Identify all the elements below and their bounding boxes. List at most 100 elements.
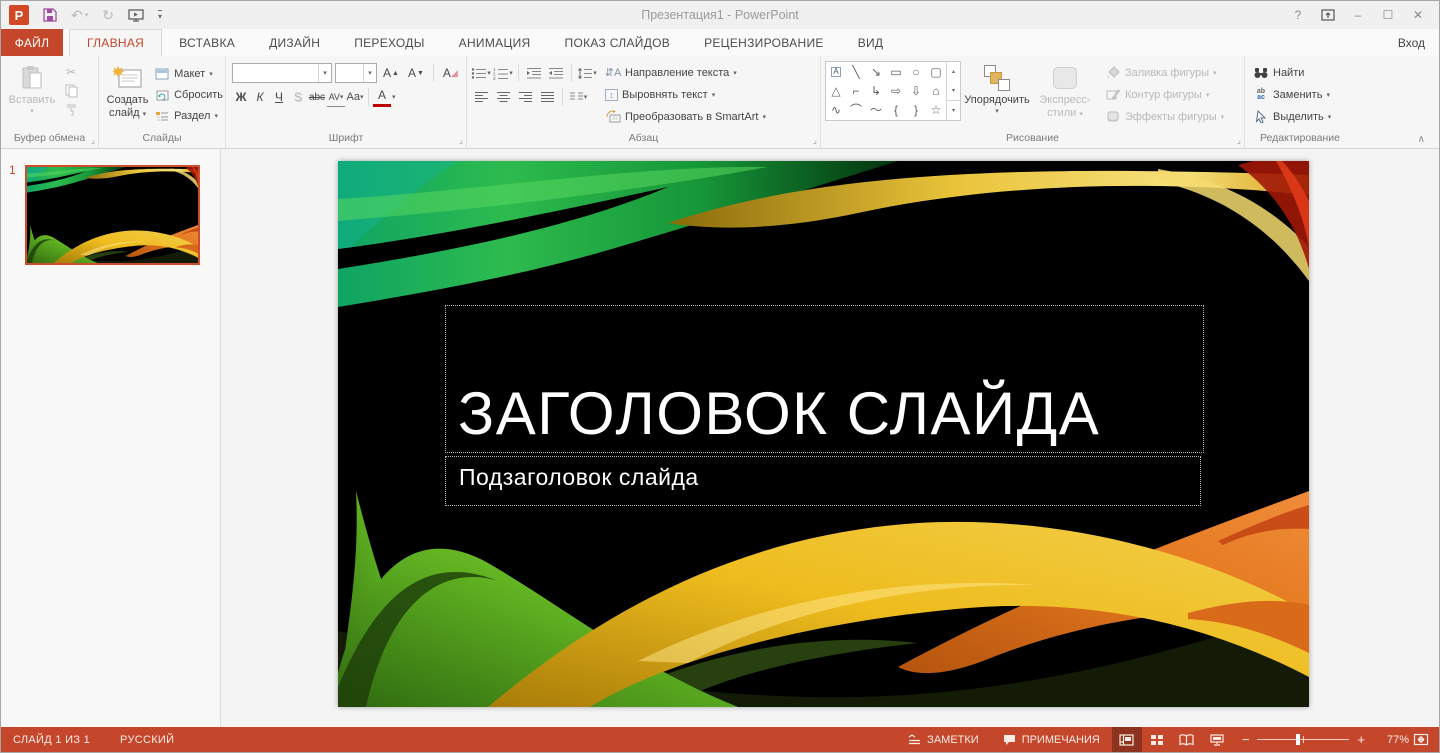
numbering-button[interactable]: 123▾ [493, 63, 513, 83]
quick-styles-button[interactable]: Экспресс-стили ▾ [1033, 59, 1097, 131]
shape-icon[interactable]: ↳ [871, 85, 881, 97]
text-shadow-button[interactable]: S [289, 87, 307, 107]
slide-thumbnail[interactable] [25, 165, 200, 265]
shape-icon[interactable]: ▢ [930, 66, 941, 78]
shape-icon[interactable]: ▭ [890, 66, 901, 78]
zoom-out-button[interactable]: − [1242, 732, 1250, 747]
tab-review[interactable]: РЕЦЕНЗИРОВАНИЕ [687, 29, 841, 56]
font-size-combo[interactable]: ▾ [335, 63, 377, 83]
subtitle-placeholder[interactable]: Подзаголовок слайда [445, 456, 1201, 506]
copy-icon[interactable] [61, 82, 81, 99]
shape-icon[interactable]: ∿ [831, 104, 841, 116]
maximize-button[interactable]: ☐ [1373, 4, 1403, 26]
shape-icon[interactable]: ╲ [852, 66, 859, 78]
font-color-dropdown-icon[interactable]: ▾ [392, 93, 396, 101]
font-size-dropdown-icon[interactable]: ▾ [363, 64, 376, 82]
shape-fill-button[interactable]: Заливка фигуры▾ [1105, 62, 1224, 83]
arrange-button[interactable]: Упорядочить ▾ [961, 59, 1033, 131]
customize-qat-button[interactable]: ▾ [158, 10, 162, 21]
new-slide-button[interactable]: Создатьслайд ▾ [101, 59, 154, 131]
clear-formatting-button[interactable]: A◢ [440, 63, 461, 83]
tab-home[interactable]: ГЛАВНАЯ [69, 29, 162, 56]
section-button[interactable]: Раздел▾ [154, 105, 223, 126]
align-right-button[interactable] [515, 87, 535, 107]
new-slide-dropdown-icon[interactable]: ▾ [143, 111, 147, 118]
columns-button[interactable]: ▾ [568, 87, 588, 107]
shape-icon[interactable]: ⌒ [850, 104, 862, 116]
shape-icon[interactable]: ⇩ [911, 85, 921, 97]
align-text-button[interactable]: ↕ Выровнять текст▾ [605, 84, 766, 105]
increase-indent-button[interactable] [546, 63, 566, 83]
tab-design[interactable]: ДИЗАЙН [252, 29, 337, 56]
save-icon[interactable] [43, 8, 57, 22]
redo-button[interactable]: ↻ [102, 8, 114, 22]
format-painter-icon[interactable] [61, 101, 81, 118]
clipboard-dialog-launcher-icon[interactable]: ⌟ [91, 135, 95, 146]
title-placeholder[interactable]: ЗАГОЛОВОК СЛАЙДА [445, 305, 1204, 453]
cut-icon[interactable]: ✂ [61, 63, 81, 80]
shape-icon[interactable]: ⇨ [891, 85, 901, 97]
normal-view-button[interactable] [1112, 727, 1142, 752]
shape-icon[interactable]: A [831, 67, 840, 77]
shape-icon[interactable]: ⌂ [932, 85, 939, 97]
fit-slide-to-window-button[interactable] [1413, 733, 1429, 746]
paste-button[interactable]: Вставить ▾ [3, 59, 61, 131]
gallery-down-icon[interactable]: ▾ [947, 81, 960, 100]
align-center-button[interactable] [493, 87, 513, 107]
zoom-slider[interactable] [1257, 739, 1349, 740]
gallery-up-icon[interactable]: ▴ [947, 62, 960, 81]
change-case-button[interactable]: Aa▾ [346, 87, 364, 107]
shape-icon[interactable]: ↘ [871, 66, 881, 78]
notes-toggle[interactable]: ЗАМЕТКИ [896, 727, 991, 752]
shape-icon[interactable]: } [914, 104, 918, 116]
convert-smartart-button[interactable]: Преобразовать в SmartArt▾ [605, 106, 766, 127]
tab-insert[interactable]: ВСТАВКА [162, 29, 252, 56]
line-spacing-button[interactable]: ▾ [577, 63, 597, 83]
paste-dropdown-icon[interactable]: ▾ [30, 107, 34, 115]
character-spacing-button[interactable]: AV▾ [327, 87, 345, 107]
undo-dropdown-icon[interactable]: ▾ [85, 12, 89, 19]
slide-subtitle-text[interactable]: Подзаголовок слайда [446, 457, 1200, 491]
underline-button[interactable]: Ч [270, 87, 288, 107]
italic-button[interactable]: К [251, 87, 269, 107]
shape-icon[interactable]: ⌐ [852, 85, 859, 97]
shape-icon[interactable]: ○ [912, 66, 919, 78]
shape-outline-button[interactable]: Контур фигуры▾ [1105, 84, 1224, 105]
tab-animations[interactable]: АНИМАЦИЯ [442, 29, 548, 56]
sign-in-link[interactable]: Вход [1398, 29, 1439, 56]
comments-toggle[interactable]: ПРИМЕЧАНИЯ [991, 727, 1112, 752]
justify-button[interactable] [537, 87, 557, 107]
font-name-combo[interactable]: ▾ [232, 63, 332, 83]
drawing-dialog-launcher-icon[interactable]: ⌟ [1237, 135, 1241, 146]
language-indicator[interactable]: РУССКИЙ [120, 734, 174, 746]
slide-title-text[interactable]: ЗАГОЛОВОК СЛАЙДА [446, 384, 1100, 452]
start-slideshow-button[interactable] [128, 9, 144, 22]
help-button[interactable]: ? [1283, 4, 1313, 26]
bullets-button[interactable]: ▾ [471, 63, 491, 83]
tab-view[interactable]: ВИД [841, 29, 901, 56]
paragraph-dialog-launcher-icon[interactable]: ⌟ [813, 135, 817, 146]
zoom-percentage[interactable]: 77% [1375, 734, 1409, 746]
decrease-indent-button[interactable] [524, 63, 544, 83]
font-name-dropdown-icon[interactable]: ▾ [318, 64, 331, 82]
shape-icon[interactable]: { [894, 104, 898, 116]
tab-slideshow[interactable]: ПОКАЗ СЛАЙДОВ [548, 29, 688, 56]
grow-font-button[interactable]: A▲ [380, 63, 402, 83]
shape-icon[interactable]: ～ [870, 104, 882, 116]
close-button[interactable]: ✕ [1403, 4, 1433, 26]
minimize-button[interactable]: – [1343, 4, 1373, 26]
zoom-in-button[interactable]: + [1357, 732, 1365, 747]
zoom-slider-thumb[interactable] [1296, 734, 1300, 745]
text-direction-button[interactable]: ⇵A Направление текста▾ [605, 62, 766, 83]
layout-button[interactable]: Макет▾ [154, 63, 223, 84]
slide-sorter-view-button[interactable] [1142, 727, 1172, 752]
reading-view-button[interactable] [1172, 727, 1202, 752]
shape-icon[interactable]: △ [831, 85, 840, 97]
strikethrough-button[interactable]: abc [308, 87, 326, 107]
slideshow-view-button[interactable] [1202, 727, 1232, 752]
shape-icon[interactable]: ☆ [931, 104, 942, 116]
slide[interactable]: ЗАГОЛОВОК СЛАЙДА Подзаголовок слайда [338, 161, 1309, 707]
replace-button[interactable]: abac Заменить▾ [1253, 84, 1331, 105]
undo-button[interactable]: ↶▾ [71, 8, 88, 22]
collapse-ribbon-icon[interactable]: ∧ [1418, 134, 1425, 145]
